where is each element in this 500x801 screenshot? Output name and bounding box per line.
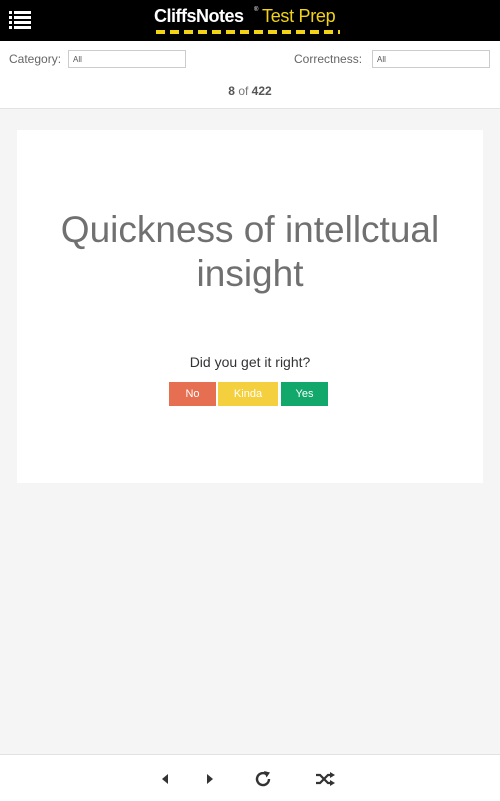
shuffle-button[interactable] bbox=[314, 768, 336, 790]
counter-total: 422 bbox=[251, 84, 272, 98]
previous-icon bbox=[162, 774, 168, 784]
logo-registered-mark: ® bbox=[254, 7, 259, 13]
next-button[interactable] bbox=[199, 768, 221, 790]
hamburger-menu-icon bbox=[9, 11, 31, 29]
card-counter: 8 of 422 bbox=[0, 78, 500, 109]
menu-button[interactable] bbox=[9, 11, 31, 29]
counter-current: 8 bbox=[228, 84, 235, 98]
counter-of: of bbox=[238, 84, 249, 98]
logo-product: Test Prep bbox=[262, 6, 336, 26]
self-assessment-question: Did you get it right? bbox=[189, 354, 311, 370]
flashcard[interactable]: Quickness of intellctual insight Did you… bbox=[17, 130, 483, 483]
kinda-button[interactable]: Kinda bbox=[218, 382, 278, 406]
flashcard-term: Quickness of intellctual insight bbox=[60, 209, 440, 294]
category-select[interactable]: All bbox=[68, 50, 186, 68]
previous-button[interactable] bbox=[154, 768, 176, 790]
no-button[interactable]: No bbox=[169, 382, 216, 406]
refresh-button[interactable] bbox=[252, 768, 274, 790]
bottom-nav bbox=[0, 754, 500, 801]
next-icon bbox=[207, 774, 213, 784]
correctness-label: Correctness: bbox=[294, 52, 363, 66]
app-header: CliffsNotes ® Test Prep bbox=[0, 0, 500, 41]
app-logo: CliffsNotes ® Test Prep bbox=[154, 5, 354, 37]
yes-button[interactable]: Yes bbox=[281, 382, 328, 406]
filter-bar: Category: All Correctness: All bbox=[0, 41, 500, 79]
logo-brand: CliffsNotes bbox=[154, 6, 244, 26]
category-label: Category: bbox=[9, 52, 62, 66]
refresh-icon bbox=[255, 771, 271, 787]
logo-stripe bbox=[156, 30, 340, 34]
shuffle-icon bbox=[316, 772, 335, 786]
correctness-select[interactable]: All bbox=[372, 50, 490, 68]
